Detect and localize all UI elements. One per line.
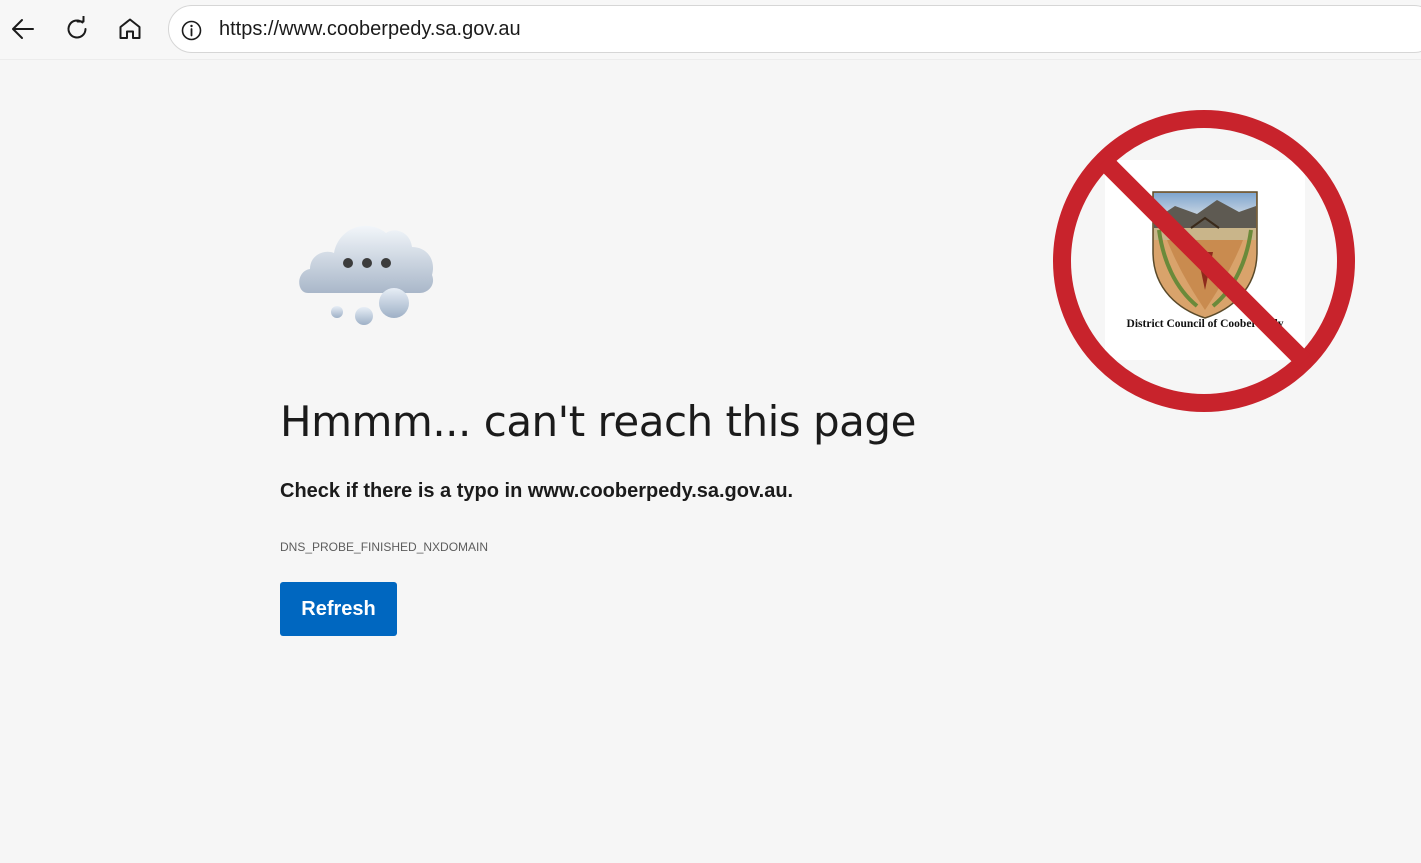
refresh-button[interactable]: Refresh [280,582,397,636]
home-icon [119,18,141,39]
error-message: Check if there is a typo in www.cooberpe… [280,480,794,502]
error-code: DNS_PROBE_FINISHED_NXDOMAIN [280,540,489,554]
url-text[interactable]: https://www.cooberpedy.sa.gov.au [219,18,521,41]
banned-logo-overlay: District Council of Coober Pedy [1048,105,1360,417]
reload-button[interactable] [58,10,96,48]
info-icon[interactable] [181,20,202,41]
browser-toolbar: https://www.cooberpedy.sa.gov.au [0,0,1421,59]
error-page: Hmmm... can't reach this page Check if t… [0,59,1421,863]
address-bar[interactable]: https://www.cooberpedy.sa.gov.au [168,5,1421,53]
error-headline: Hmmm... can't reach this page [280,397,916,446]
cloud-offline-icon [299,225,434,325]
home-button[interactable] [111,10,149,48]
reload-icon [67,16,87,39]
back-arrow-icon [12,19,34,39]
prohibition-sign-icon [1053,110,1355,412]
back-button[interactable] [4,10,42,48]
